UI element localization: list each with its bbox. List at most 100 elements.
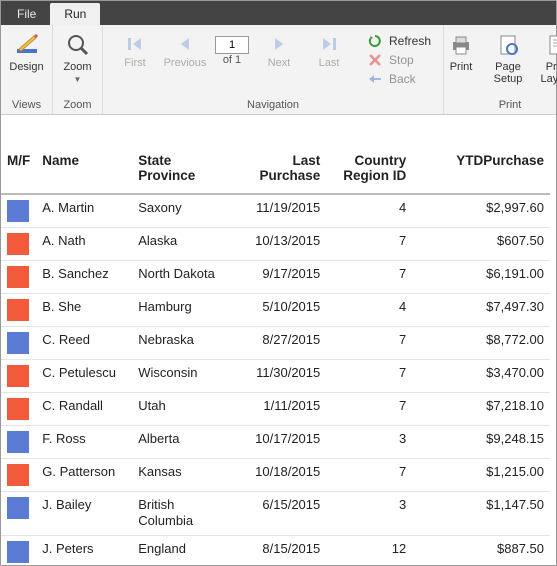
- design-label: Design: [9, 61, 43, 73]
- cell-ytd: $887.50: [412, 535, 550, 565]
- cell-region: 7: [326, 327, 412, 360]
- nav-last-button[interactable]: Last: [307, 33, 351, 69]
- cell-ytd: $3,470.00: [412, 360, 550, 393]
- cell-ytd: $7,497.30: [412, 294, 550, 327]
- cell-last: 10/17/2015: [228, 426, 326, 459]
- magnifier-icon: [64, 31, 92, 59]
- page-input[interactable]: [215, 36, 249, 54]
- printer-icon: [447, 31, 475, 59]
- col-ytd: YTDPurchase: [412, 149, 550, 194]
- cell-state: Alberta: [132, 426, 228, 459]
- views-group-label: Views: [5, 97, 48, 114]
- refresh-label: Refresh: [389, 34, 431, 48]
- table-row: C. PetulescuWisconsin11/30/20157$3,470.0…: [1, 360, 550, 393]
- cell-state: Utah: [132, 393, 228, 426]
- cell-region: 7: [326, 261, 412, 294]
- cell-region: 7: [326, 459, 412, 492]
- print-layout-label: Print Layout: [535, 61, 557, 85]
- nav-first-button[interactable]: First: [113, 33, 157, 69]
- cell-ytd: $9,248.15: [412, 426, 550, 459]
- nav-next-button[interactable]: Next: [257, 33, 301, 69]
- cell-last: 5/10/2015: [228, 294, 326, 327]
- cell-name: J. Peters: [36, 535, 132, 565]
- zoom-group-label: Zoom: [57, 97, 98, 114]
- design-button[interactable]: Design: [3, 29, 51, 73]
- print-layout-button[interactable]: Print Layout: [535, 29, 557, 85]
- table-row: C. RandallUtah1/11/20157$7,218.10: [1, 393, 550, 426]
- back-icon: [367, 71, 383, 87]
- report-area: M/F Name State Province Last Purchase Co…: [1, 115, 556, 565]
- cell-ytd: $7,218.10: [412, 393, 550, 426]
- col-state: State Province: [132, 149, 228, 194]
- cell-last: 6/15/2015: [228, 492, 326, 536]
- print-button[interactable]: Print: [441, 29, 481, 73]
- mf-swatch: [1, 393, 36, 426]
- nav-group-label: Navigation: [107, 97, 439, 114]
- mf-swatch: [1, 459, 36, 492]
- page-setup-button[interactable]: Page Setup: [487, 29, 529, 85]
- report-table: M/F Name State Province Last Purchase Co…: [1, 149, 550, 565]
- cell-state: Saxony: [132, 194, 228, 228]
- mf-swatch: [1, 327, 36, 360]
- table-row: B. SheHamburg5/10/20154$7,497.30: [1, 294, 550, 327]
- mf-swatch: [1, 228, 36, 261]
- cell-region: 3: [326, 426, 412, 459]
- ribbon: Design Views Zoom ▼ Zoom: [1, 25, 556, 115]
- tab-run[interactable]: Run: [50, 3, 100, 25]
- print-label: Print: [450, 61, 473, 73]
- cell-state: Kansas: [132, 459, 228, 492]
- refresh-icon: [367, 33, 383, 49]
- ribbon-group-views: Design Views: [1, 25, 53, 114]
- tab-file[interactable]: File: [3, 3, 50, 25]
- first-icon: [124, 33, 146, 55]
- stop-label: Stop: [389, 53, 414, 67]
- app-window: File Run Design Views Zoom: [0, 0, 557, 566]
- cell-region: 7: [326, 360, 412, 393]
- col-name: Name: [36, 149, 132, 194]
- cell-last: 9/17/2015: [228, 261, 326, 294]
- page-of-label: of 1: [223, 54, 241, 66]
- cell-name: C. Reed: [36, 327, 132, 360]
- back-button[interactable]: Back: [367, 71, 431, 87]
- cell-region: 7: [326, 393, 412, 426]
- nav-last-label: Last: [319, 57, 340, 69]
- cell-name: B. Sanchez: [36, 261, 132, 294]
- cell-last: 1/11/2015: [228, 393, 326, 426]
- col-region: Country Region ID: [326, 149, 412, 194]
- cell-region: 7: [326, 228, 412, 261]
- cell-name: C. Randall: [36, 393, 132, 426]
- cell-last: 11/19/2015: [228, 194, 326, 228]
- cell-last: 10/13/2015: [228, 228, 326, 261]
- refresh-button[interactable]: Refresh: [367, 33, 431, 49]
- cell-region: 4: [326, 194, 412, 228]
- cell-name: C. Petulescu: [36, 360, 132, 393]
- cell-state: England: [132, 535, 228, 565]
- cell-state: Hamburg: [132, 294, 228, 327]
- zoom-label: Zoom: [63, 61, 91, 73]
- tab-bar: File Run: [1, 1, 556, 25]
- cell-last: 8/27/2015: [228, 327, 326, 360]
- cell-state: Alaska: [132, 228, 228, 261]
- print-layout-icon: [543, 31, 557, 59]
- design-icon: [13, 31, 41, 59]
- page-indicator: of 1: [215, 36, 249, 66]
- table-row: C. ReedNebraska8/27/20157$8,772.00: [1, 327, 550, 360]
- table-row: F. RossAlberta10/17/20153$9,248.15: [1, 426, 550, 459]
- col-mf: M/F: [1, 149, 36, 194]
- stop-icon: [367, 52, 383, 68]
- mf-swatch: [1, 360, 36, 393]
- mf-swatch: [1, 261, 36, 294]
- mf-swatch: [1, 492, 36, 536]
- cell-ytd: $2,997.60: [412, 194, 550, 228]
- table-row: A. NathAlaska10/13/20157$607.50: [1, 228, 550, 261]
- nav-next-label: Next: [268, 57, 291, 69]
- nav-prev-button[interactable]: Previous: [163, 33, 207, 69]
- stop-button[interactable]: Stop: [367, 52, 431, 68]
- ribbon-group-print: Print Page Setup Print Layout Print: [444, 25, 557, 114]
- nav-actions: Refresh Stop Back: [363, 29, 439, 87]
- cell-name: A. Martin: [36, 194, 132, 228]
- header-row: M/F Name State Province Last Purchase Co…: [1, 149, 550, 194]
- cell-ytd: $8,772.00: [412, 327, 550, 360]
- zoom-button[interactable]: Zoom ▼: [54, 29, 102, 84]
- cell-name: J. Bailey: [36, 492, 132, 536]
